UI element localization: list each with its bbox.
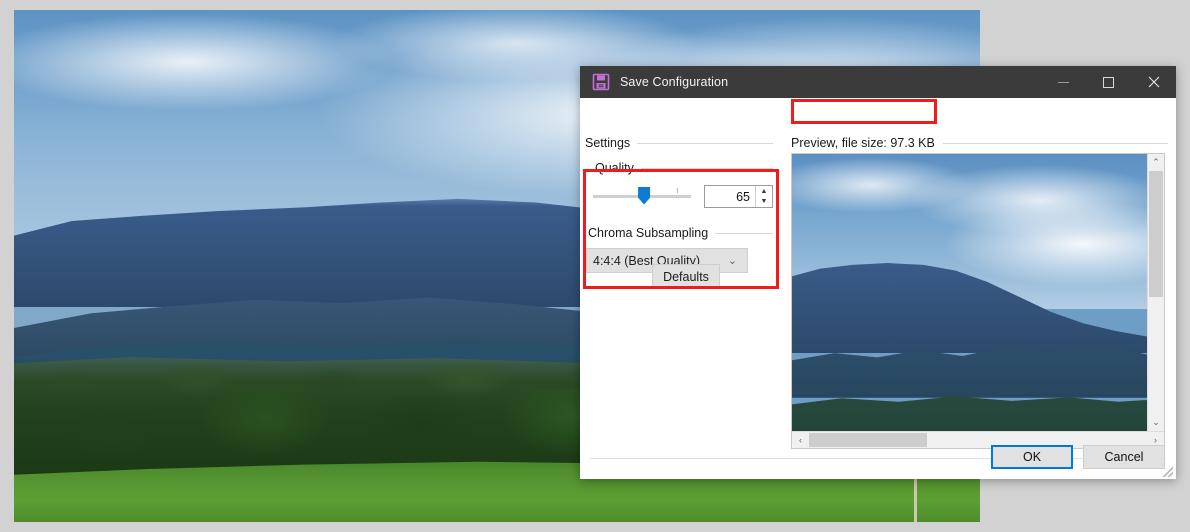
chroma-group-divider: [715, 232, 773, 234]
resize-grip[interactable]: [1163, 467, 1173, 477]
quality-label: Quality: [595, 161, 634, 175]
settings-group-label: Settings: [585, 136, 631, 150]
quality-value[interactable]: 65: [705, 186, 755, 207]
vertical-scroll-track[interactable]: [1148, 171, 1164, 414]
dialog-titlebar[interactable]: Save Configuration: [580, 66, 1176, 98]
cancel-button[interactable]: Cancel: [1083, 445, 1165, 469]
scroll-down-button[interactable]: ⌄: [1148, 414, 1164, 431]
preview-viewport-row: ⌃ ⌄: [792, 154, 1164, 431]
minimize-icon: [1058, 81, 1069, 83]
preview-vertical-scrollbar[interactable]: ⌃ ⌄: [1147, 154, 1164, 431]
dialog-title: Save Configuration: [620, 75, 729, 89]
quality-spinner-buttons: ▲ ▼: [755, 186, 772, 207]
close-icon: [1148, 76, 1159, 88]
preview-header: Preview, file size: 97.3 KB: [791, 136, 1168, 150]
settings-group-header: Settings: [585, 136, 773, 150]
save-configuration-dialog: Save Configuration Settings Quality 65 ▲…: [580, 66, 1176, 479]
horizontal-scroll-thumb[interactable]: [809, 433, 928, 447]
window-controls: [1041, 66, 1176, 98]
scroll-left-button[interactable]: ‹: [792, 432, 809, 448]
slider-tick-mark: [677, 187, 679, 193]
defaults-button[interactable]: Defaults: [652, 264, 720, 289]
slider-thumb[interactable]: [638, 186, 651, 205]
spin-up-button[interactable]: ▲: [756, 186, 772, 197]
spin-down-button[interactable]: ▼: [756, 196, 772, 207]
chroma-group-header: Chroma Subsampling: [585, 226, 773, 240]
minimize-button[interactable]: [1041, 66, 1086, 98]
save-floppy-icon: [592, 73, 610, 91]
preview-pane: ⌃ ⌄ ‹ ›: [791, 153, 1165, 449]
quality-group-divider: [640, 167, 773, 169]
quality-slider[interactable]: [593, 186, 692, 208]
vertical-scroll-thumb[interactable]: [1149, 171, 1163, 298]
close-button[interactable]: [1131, 66, 1176, 98]
settings-group-divider: [637, 142, 773, 144]
scroll-up-button[interactable]: ⌃: [1148, 154, 1164, 171]
quality-group-header: Quality: [585, 161, 773, 175]
preview-image[interactable]: [792, 154, 1147, 431]
maximize-icon: [1103, 76, 1114, 88]
dialog-footer: OK Cancel: [991, 445, 1165, 469]
preview-label: Preview, file size: 97.3 KB: [791, 136, 935, 150]
preview-group-divider: [942, 142, 1168, 144]
dialog-body: Settings Quality 65 ▲ ▼ Chroma Subsampli…: [580, 98, 1176, 479]
chevron-down-icon: ⌄: [727, 255, 737, 267]
quality-spinbox[interactable]: 65 ▲ ▼: [704, 185, 773, 208]
settings-panel: Settings Quality 65 ▲ ▼ Chroma Subsampli…: [585, 136, 773, 273]
maximize-button[interactable]: [1086, 66, 1131, 98]
ok-button[interactable]: OK: [991, 445, 1073, 469]
chroma-label: Chroma Subsampling: [588, 226, 709, 240]
quality-control-row: 65 ▲ ▼: [585, 185, 773, 208]
